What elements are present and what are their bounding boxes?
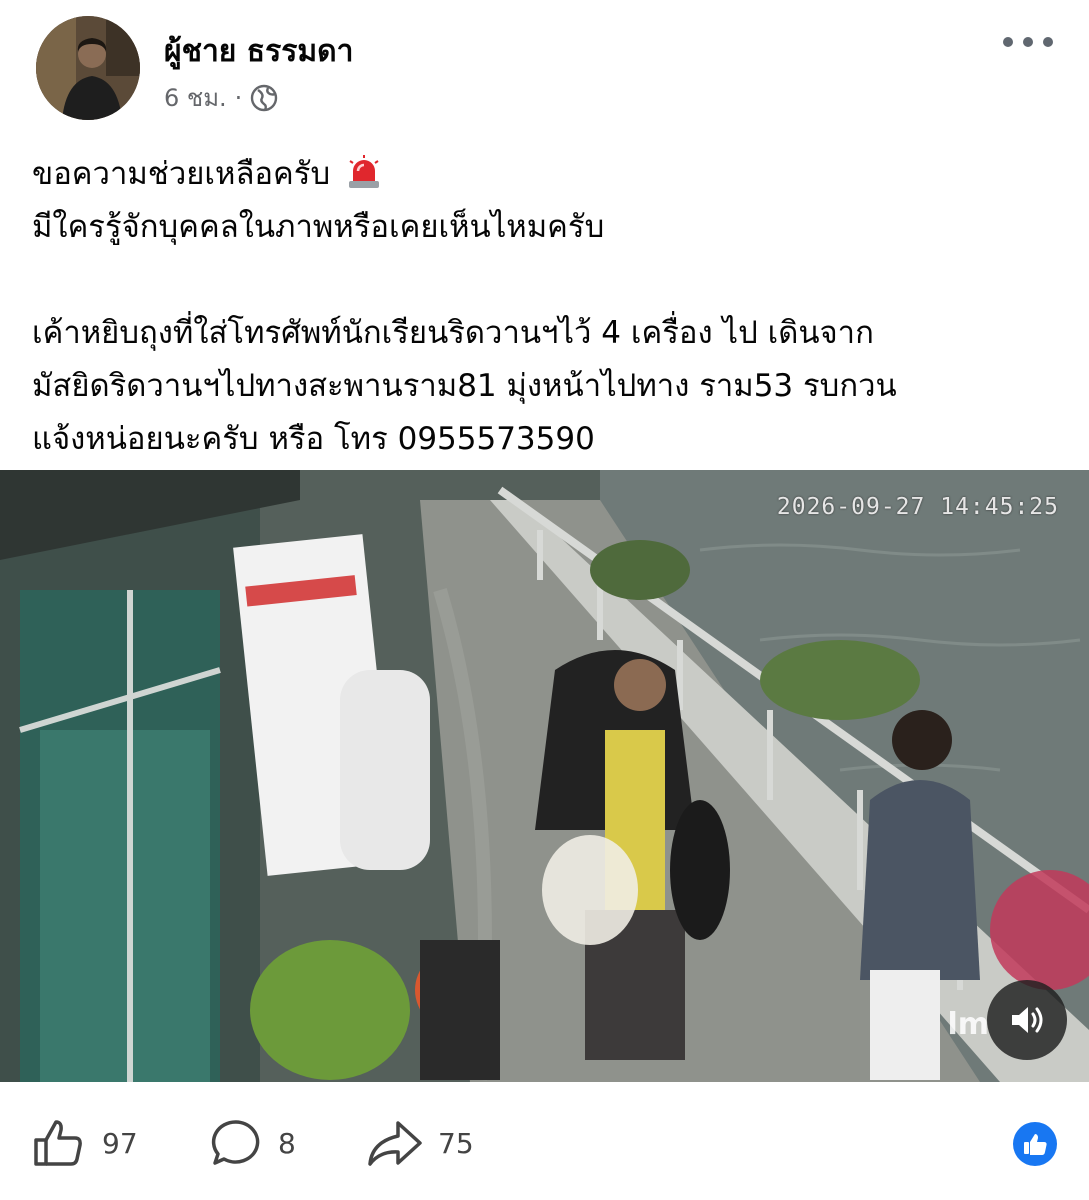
cctv-timestamp: 2026-09-27 14:45:25	[776, 494, 1059, 520]
volume-button[interactable]	[987, 980, 1067, 1060]
more-dot-icon	[1043, 37, 1053, 47]
post-line: เค้าหยิบถุงที่ใส่โทรศัพท์นักเรียนริดวานฯ…	[32, 315, 874, 351]
watermark: lm	[947, 1007, 989, 1042]
share-arrow-icon	[368, 1121, 422, 1166]
avatar-photo	[36, 16, 140, 120]
like-button[interactable]: 97	[32, 1118, 138, 1168]
post-video[interactable]: 2026-09-27 14:45:25 lm	[0, 470, 1089, 1082]
post-header: ผู้ชาย ธรรมดา 6 ชม. ·	[0, 0, 1089, 130]
like-reaction-icon	[1024, 1134, 1047, 1155]
more-dot-icon	[1023, 37, 1033, 47]
post-line: ขอความช่วยเหลือครับ	[32, 148, 1052, 201]
meta-separator: ·	[234, 83, 243, 112]
cctv-frame	[0, 470, 1089, 1082]
author-name[interactable]: ผู้ชาย ธรรมดา	[164, 28, 353, 75]
share-count: 75	[438, 1126, 474, 1160]
post-line-text: ขอความช่วยเหลือครับ	[32, 156, 331, 192]
speaker-icon	[1012, 1007, 1043, 1033]
avatar[interactable]	[36, 16, 140, 120]
share-button[interactable]: 75	[366, 1118, 474, 1168]
thumbs-up-icon	[34, 1120, 82, 1166]
post-time[interactable]: 6 ชม.	[164, 78, 227, 117]
post-line: แจ้งหน่อยนะครับ หรือ โทร 0955573590	[32, 421, 595, 457]
more-options-button[interactable]	[1003, 30, 1053, 54]
post-line: มีใครรู้จักบุคคลในภาพหรือเคยเห็นไหมครับ	[32, 209, 605, 245]
siren-icon	[348, 155, 379, 188]
more-dot-icon	[1003, 37, 1013, 47]
post-line: มัสยิดริดวานฯไปทางสะพานราม81 มุ่งหน้าไปท…	[32, 368, 897, 404]
globe-icon[interactable]	[250, 84, 278, 112]
action-bar: 97 8 75	[0, 1082, 1089, 1200]
comment-button[interactable]: 8	[208, 1118, 296, 1168]
post-meta: 6 ชม. ·	[164, 78, 278, 117]
comment-count: 8	[278, 1126, 296, 1160]
post-text: ขอความช่วยเหลือครับ มีใครรู้จักบุคคลในภา…	[32, 148, 1052, 466]
comment-bubble-icon	[211, 1120, 260, 1165]
like-count: 97	[102, 1126, 138, 1160]
like-reaction-badge[interactable]	[1013, 1122, 1057, 1166]
